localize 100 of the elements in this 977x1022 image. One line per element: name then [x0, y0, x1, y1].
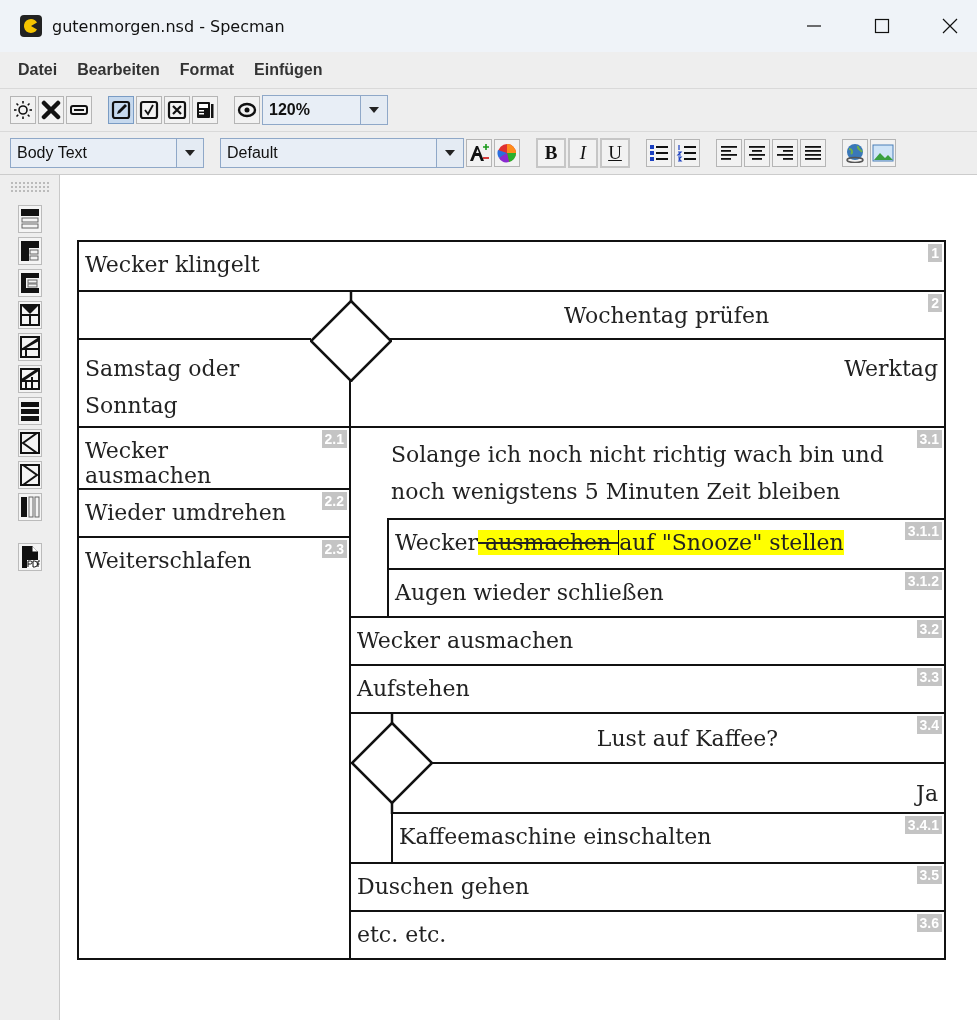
text-style-button[interactable]: B [536, 138, 566, 168]
block-number: 3.2 [916, 620, 942, 638]
menu-item[interactable]: Datei [10, 59, 66, 81]
palette-button[interactable] [17, 269, 42, 297]
dropdown-arrow-icon [184, 149, 196, 157]
palette-button[interactable] [17, 397, 42, 425]
block-icon [18, 239, 41, 263]
toolbar-button[interactable] [108, 96, 134, 124]
text-style-button[interactable]: I [568, 138, 598, 168]
condition-text: Lust auf Kaffee? [596, 725, 779, 751]
loop-condition: Solange ich noch nicht richtig wach bin und noch wenigstens 5 Minuten Zeit bleiben [391, 442, 884, 504]
block-text: Duschen gehen [357, 874, 530, 899]
right-wedge-icon [18, 463, 41, 487]
toolbar-button[interactable] [466, 139, 492, 167]
toolbar-button[interactable] [38, 96, 64, 124]
dropdown-arrow-icon [368, 106, 380, 114]
toolbar-button[interactable] [674, 139, 700, 167]
text-style-button[interactable]: U [600, 138, 630, 168]
block-number: 3.1.2 [904, 572, 942, 590]
app-icon [20, 15, 42, 37]
block-number: 2.3 [321, 540, 347, 558]
eye-icon [237, 100, 257, 120]
dropdown-arrow-icon [444, 149, 456, 157]
stacked-blocks-icon [18, 399, 41, 423]
block-number: 3.6 [916, 914, 942, 932]
menu-item[interactable]: Einfügen [246, 59, 331, 81]
block-text: Wecker ausmachen [85, 438, 213, 488]
align-center-icon [746, 143, 768, 163]
toolbar-button[interactable] [716, 139, 742, 167]
block-number: 3.1 [916, 430, 942, 448]
globe-icon [844, 143, 866, 163]
menu-item[interactable]: Format [171, 59, 243, 81]
block-text: Augen wieder schließen [395, 580, 664, 605]
toolbar-button[interactable] [800, 139, 826, 167]
palette-button[interactable] [17, 429, 42, 457]
toolbar-button[interactable] [646, 139, 672, 167]
block-text: Wecker ausmachen [357, 628, 574, 653]
toolbar-button[interactable] [234, 96, 260, 124]
paragraph-style-dropdown[interactable]: Body Text [10, 138, 204, 168]
block-text: etc. etc. [357, 922, 447, 947]
inserted-text: auf "Snooze" stellen [618, 530, 844, 555]
toolbar-button[interactable] [842, 139, 868, 167]
menu-item[interactable]: Bearbeiten [69, 59, 168, 81]
align-left-icon [718, 143, 740, 163]
image-icon [872, 143, 894, 163]
bullet-list-icon [648, 143, 670, 163]
palette-button[interactable] [17, 365, 42, 393]
branch-icon [18, 303, 41, 327]
checkbox-icon [139, 100, 159, 120]
multi-case-icon [18, 367, 41, 391]
block-text: Weiterschlafen [85, 548, 252, 573]
zoom-dropdown[interactable]: 120% [262, 95, 388, 125]
block-number: 1 [928, 244, 942, 262]
left-wedge-icon [18, 431, 41, 455]
loop-icon [18, 271, 41, 295]
branch-label: Ja [916, 780, 938, 806]
block-number: 3.1.1 [904, 522, 942, 540]
document-icon [195, 100, 215, 120]
palette-button[interactable] [17, 237, 42, 265]
close-icon [41, 100, 61, 120]
block-text: Aufstehen [357, 676, 470, 701]
deleted-text: ausmachen [478, 530, 619, 555]
toolbar-button[interactable] [164, 96, 190, 124]
block-number: 2.2 [321, 492, 347, 510]
close-icon [942, 18, 958, 34]
toolbar-button[interactable] [192, 96, 218, 124]
branch-label: Werktag [844, 355, 938, 383]
toolbar-button[interactable] [136, 96, 162, 124]
toolbar-button[interactable] [772, 139, 798, 167]
palette-button[interactable] [17, 333, 42, 361]
crossed-box-icon [167, 100, 187, 120]
palette-button[interactable] [17, 493, 42, 521]
justify-icon [802, 143, 824, 163]
maximize-icon [874, 18, 890, 34]
block-number: 2 [928, 294, 942, 312]
color-wheel-icon [496, 143, 518, 163]
palette-button[interactable] [17, 461, 42, 489]
toolbar-button[interactable] [744, 139, 770, 167]
toolbar-button[interactable] [10, 96, 36, 124]
case-icon [18, 335, 41, 359]
condition-text: Wochentag prüfen [563, 302, 770, 328]
palette-button[interactable] [17, 205, 42, 233]
block-text: Kaffeemaschine einschalten [399, 824, 712, 849]
toolbar-button[interactable] [66, 96, 92, 124]
block-text: Wecker klingelt [85, 252, 260, 277]
numbered-list-icon [676, 143, 698, 163]
sequence-icon [18, 207, 41, 231]
font-size-icon [468, 143, 490, 163]
branch-label: Samstag oder Sonntag [85, 356, 240, 418]
block-text: Wieder umdrehen [85, 500, 286, 525]
block-number: 3.5 [916, 866, 942, 884]
pdf-export-button[interactable] [17, 543, 42, 571]
edit-icon [111, 100, 131, 120]
columns-icon [18, 495, 41, 519]
align-right-icon [774, 143, 796, 163]
sun-icon [13, 100, 33, 120]
font-dropdown[interactable]: Default [220, 138, 464, 168]
block-number: 3.4.1 [904, 816, 942, 834]
palette-button[interactable] [17, 301, 42, 329]
block-number: 2.1 [321, 430, 347, 448]
